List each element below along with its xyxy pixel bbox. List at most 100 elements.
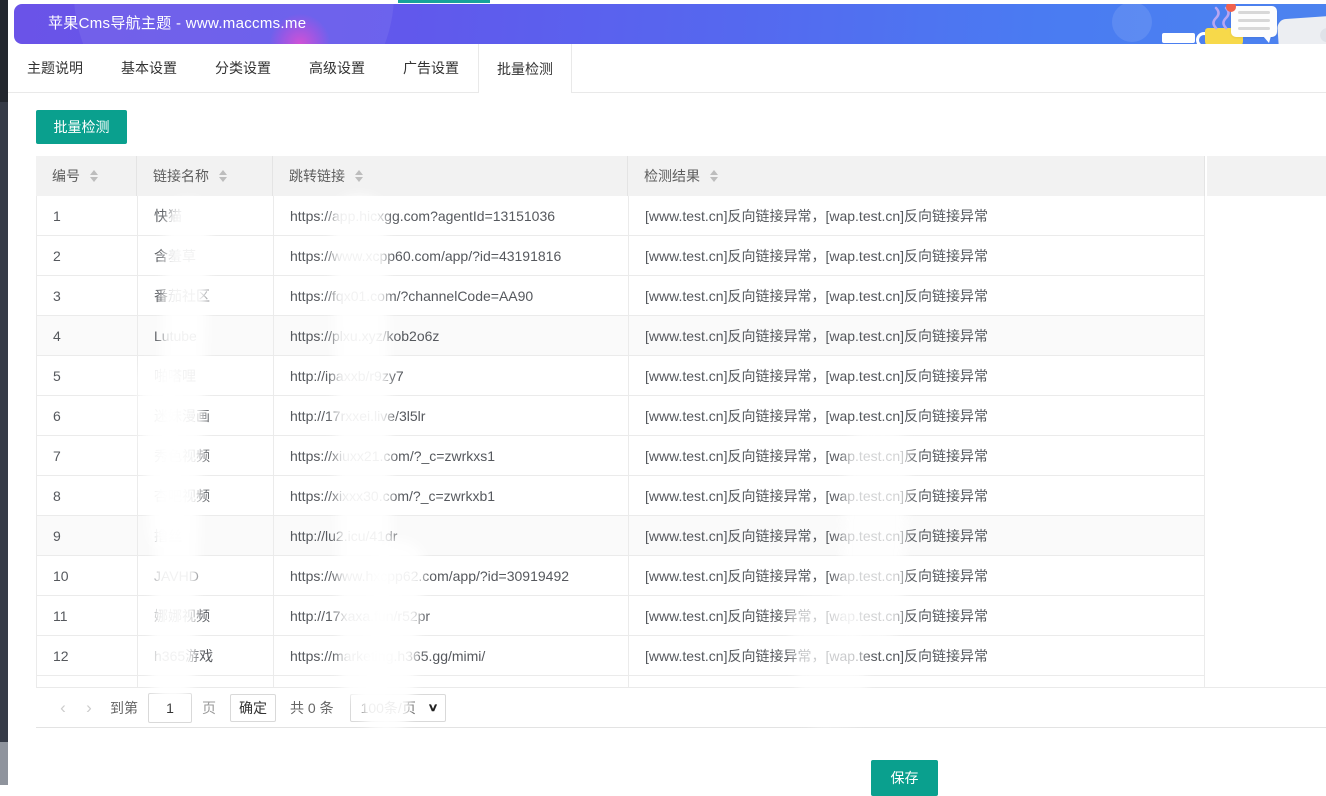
cell-check-result: [www.test.cn]反向链接异常，[wap.test.cn]反向链接异常 [629, 196, 1204, 235]
cell-link-name: 快猫 [138, 196, 274, 235]
column-header-filler [1205, 156, 1326, 196]
cell-link-name: 秀色视频 [138, 436, 274, 475]
cell-link-name: 含羞草 [138, 236, 274, 275]
cell-check-result: [www.test.cn]反向链接异常，[wap.test.cn]反向链接异常 [629, 316, 1204, 355]
cell-link-name: 番茄社区 [138, 276, 274, 315]
app-header: 苹果Cms导航主题 - www.maccms.me [14, 4, 1326, 44]
laptop-logo-circle [1320, 28, 1326, 43]
table-row: 2 含羞草 https://www.xcpp60.com/app/?id=431… [37, 236, 1204, 276]
tab-advanced-settings[interactable]: 高级设置 [290, 44, 384, 92]
confirm-page-button[interactable]: 确定 [230, 694, 276, 722]
cell-id: 9 [37, 516, 138, 555]
table-row: 1 快猫 https://app.hicxgg.com?agentId=1315… [37, 196, 1204, 236]
scrollbar-thumb[interactable] [0, 742, 8, 785]
column-header-label: 编号 [52, 166, 80, 186]
laptop-icon [1277, 14, 1326, 44]
cell-redirect-url: https://plxu.xyz/kob2o6z [274, 316, 629, 355]
sort-icon[interactable] [710, 170, 718, 182]
table-row: 6 迷妹漫画 http://17rxxei.live/3l5lr [www.te… [37, 396, 1204, 436]
table-row: 9 撸丝 http://lu2.icu/41dr [www.test.cn]反向… [37, 516, 1204, 556]
page-number-input[interactable] [148, 693, 192, 723]
cell-id: 3 [37, 276, 138, 315]
table-body: 1 快猫 https://app.hicxgg.com?agentId=1315… [36, 196, 1205, 716]
cell-check-result: [www.test.cn]反向链接异常，[wap.test.cn]反向链接异常 [629, 516, 1204, 555]
cell-link-name: 啪嗒哩 [138, 356, 274, 395]
column-header-label: 链接名称 [153, 166, 209, 186]
collapsed-sidebar-rail-top [0, 0, 8, 102]
column-header-name: 链接名称 [137, 156, 273, 196]
cell-link-name: 撸丝 [138, 516, 274, 555]
sort-icon[interactable] [219, 170, 227, 182]
cell-redirect-url: http://17rxxei.live/3l5lr [274, 396, 629, 435]
tab-basic-settings[interactable]: 基本设置 [102, 44, 196, 92]
goto-page-label: 到第 [110, 698, 138, 718]
chat-bubble-icon [1231, 6, 1277, 37]
tab-batch-check[interactable]: 批量检测 [478, 44, 572, 93]
cell-id: 6 [37, 396, 138, 435]
cell-id: 5 [37, 356, 138, 395]
table-row: 8 杏吧视频 https://xixxx30.com/?_c=zwrkxb1 [… [37, 476, 1204, 516]
cell-redirect-url: https://www.xcpp60.com/app/?id=43191816 [274, 236, 629, 275]
tab-category-settings[interactable]: 分类设置 [196, 44, 290, 92]
cell-id: 8 [37, 476, 138, 515]
next-page-icon[interactable]: › [76, 698, 102, 718]
cell-redirect-url: https://www.hxcpp62.com/app/?id=30919492 [274, 556, 629, 595]
cell-link-name: 迷妹漫画 [138, 396, 274, 435]
cell-id: 1 [37, 196, 138, 235]
chat-bubble-line [1238, 19, 1270, 22]
tab-ad-settings[interactable]: 广告设置 [384, 44, 478, 92]
cell-link-name: JAVHD [138, 556, 274, 595]
column-header-label: 跳转链接 [289, 166, 345, 186]
cell-id: 10 [37, 556, 138, 595]
cell-redirect-url: https://app.hicxgg.com?agentId=13151036 [274, 196, 629, 235]
cell-check-result: [www.test.cn]反向链接异常，[wap.test.cn]反向链接异常 [629, 636, 1204, 675]
cell-link-name: h365游戏 [138, 636, 274, 675]
cell-redirect-url: https://fqx01.com/?channelCode=AA90 [274, 276, 629, 315]
cell-id: 4 [37, 316, 138, 355]
page-unit-label: 页 [202, 698, 216, 718]
cell-check-result: [www.test.cn]反向链接异常，[wap.test.cn]反向链接异常 [629, 596, 1204, 635]
page-size-select[interactable]: 100条/页 ∨ [350, 694, 446, 722]
cell-redirect-url: https://marketing.h365.gg/mimi/ [274, 636, 629, 675]
cell-check-result: [www.test.cn]反向链接异常，[wap.test.cn]反向链接异常 [629, 276, 1204, 315]
cell-id: 11 [37, 596, 138, 635]
chat-bubble-line [1238, 27, 1270, 30]
page-title: 苹果Cms导航主题 - www.maccms.me [48, 4, 306, 44]
column-header-url: 跳转链接 [273, 156, 628, 196]
collapsed-sidebar-rail [0, 0, 8, 785]
pagination-bar: ‹ › 到第 页 确定 共 0 条 100条/页 ∨ [36, 687, 1326, 728]
prev-page-icon[interactable]: ‹ [50, 698, 76, 718]
banner-circle-decoration-right [1112, 4, 1152, 42]
table-row: 5 啪嗒哩 http://ipaxxb/r9zy7 [www.test.cn]反… [37, 356, 1204, 396]
cell-link-name: 杏吧视频 [138, 476, 274, 515]
table-row: 11 娜娜视频 http://17xaxa.fun/r52pr [www.tes… [37, 596, 1204, 636]
cell-redirect-url: https://xixxx30.com/?_c=zwrkxb1 [274, 476, 629, 515]
sort-icon[interactable] [355, 170, 363, 182]
chevron-down-icon: ∨ [427, 701, 438, 714]
column-header-result: 检测结果 [628, 156, 1205, 196]
table-row: 7 秀色视频 https://xiuxx21.com/?_c=zwrkxs1 [… [37, 436, 1204, 476]
cell-check-result: [www.test.cn]反向链接异常，[wap.test.cn]反向链接异常 [629, 236, 1204, 275]
cell-id: 12 [37, 636, 138, 675]
total-count-label: 共 0 条 [290, 698, 334, 718]
cell-link-name: 娜娜视频 [138, 596, 274, 635]
batch-check-button[interactable]: 批量检测 [36, 110, 127, 144]
chat-bubble-tail [1263, 36, 1271, 43]
cell-check-result: [www.test.cn]反向链接异常，[wap.test.cn]反向链接异常 [629, 396, 1204, 435]
cell-check-result: [www.test.cn]反向链接异常，[wap.test.cn]反向链接异常 [629, 356, 1204, 395]
cell-id: 7 [37, 436, 138, 475]
tab-bar: 主题说明 基本设置 分类设置 高级设置 广告设置 批量检测 [8, 44, 1326, 93]
cell-check-result: [www.test.cn]反向链接异常，[wap.test.cn]反向链接异常 [629, 436, 1204, 475]
table-row: 12 h365游戏 https://marketing.h365.gg/mimi… [37, 636, 1204, 676]
table-row: 4 Lutube https://plxu.xyz/kob2o6z [www.t… [37, 316, 1204, 356]
tab-theme-info[interactable]: 主题说明 [8, 44, 102, 92]
cell-link-name: Lutube [138, 316, 274, 355]
cell-redirect-url: http://17xaxa.fun/r52pr [274, 596, 629, 635]
links-table: 编号 链接名称 跳转链接 检测结果 1 快猫 https://app.hicxg… [36, 156, 1326, 716]
save-button[interactable]: 保存 [871, 760, 938, 796]
table-row: 10 JAVHD https://www.hxcpp62.com/app/?id… [37, 556, 1204, 596]
cell-check-result: [www.test.cn]反向链接异常，[wap.test.cn]反向链接异常 [629, 556, 1204, 595]
cell-redirect-url: http://ipaxxb/r9zy7 [274, 356, 629, 395]
sort-icon[interactable] [90, 170, 98, 182]
cell-redirect-url: https://xiuxx21.com/?_c=zwrkxs1 [274, 436, 629, 475]
